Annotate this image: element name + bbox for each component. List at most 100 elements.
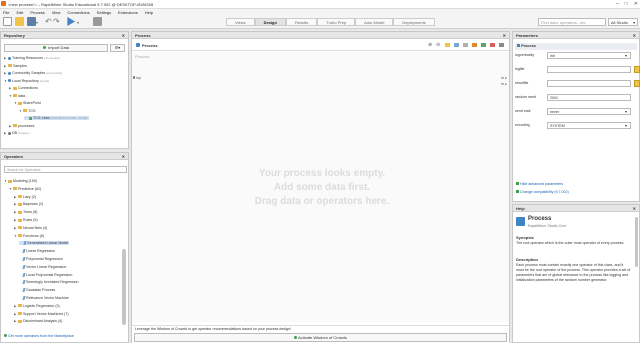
view-auto-model[interactable]: Auto Model	[355, 18, 394, 26]
expand-right-icon[interactable]: ▶	[14, 210, 17, 214]
expand-down-icon[interactable]: ▼	[14, 234, 17, 238]
repo-tree-item[interactable]: ▶ Samples	[4, 64, 27, 68]
settings-icon[interactable]	[499, 43, 504, 47]
op-tree-item[interactable]: ▶ Bayesian (2)	[14, 202, 43, 206]
menu-view[interactable]: View	[52, 10, 61, 15]
repo-tree-item[interactable]: ▶ Connections	[9, 86, 38, 90]
menu-edit[interactable]: Edit	[16, 10, 23, 15]
expand-right-icon[interactable]: ▶	[14, 312, 17, 316]
op-tree-item[interactable]: Seemingly Unrelated Regression	[19, 280, 79, 285]
repo-tree-item[interactable]: ▶ Training Resources (connected)	[4, 56, 60, 60]
panel-close-icon[interactable]: ✕	[633, 206, 636, 211]
expand-down-icon[interactable]: ▼	[14, 101, 17, 105]
run-icon[interactable]	[67, 17, 75, 26]
menu-file[interactable]: File	[3, 10, 9, 15]
op-tree-item[interactable]: Polynomial Regression	[19, 257, 63, 261]
expand-right-icon[interactable]: ▶	[14, 195, 17, 199]
save-dropdown-icon[interactable]: ▾	[36, 20, 38, 25]
activate-wisdom-button[interactable]: Activate Wisdom of Crowds	[134, 333, 507, 342]
op-tree-item[interactable]: ▼ Functions (8)	[14, 234, 44, 238]
expand-right-icon[interactable]: ▶	[4, 131, 7, 135]
auto-position-icon[interactable]	[454, 43, 459, 47]
redo-icon[interactable]: ↷	[53, 17, 60, 26]
repo-menu-button[interactable]: ☰▾	[110, 44, 125, 52]
operator-search-input[interactable]: Search for Operators	[4, 166, 127, 173]
repo-tree-item[interactable]: ▶ DB (Legacy)	[4, 131, 30, 135]
view-results[interactable]: Results	[285, 18, 318, 26]
input-port-label[interactable]: inp	[133, 76, 141, 80]
menu-settings[interactable]: Settings	[97, 10, 111, 15]
parameter-input[interactable]	[547, 66, 631, 73]
browse-folder-icon[interactable]	[634, 80, 640, 87]
new-process-icon[interactable]	[3, 17, 12, 26]
op-tree-item[interactable]: Gaussian Process	[19, 288, 55, 293]
process-canvas[interactable]: Process inp re ▸ re ▸ Your process looks…	[132, 52, 509, 322]
chevron-down-icon[interactable]: ▾	[625, 123, 627, 128]
expand-right-icon[interactable]: ▶	[9, 86, 12, 90]
expand-down-icon[interactable]: ▼	[4, 79, 7, 83]
expand-down-icon[interactable]: ▼	[9, 94, 12, 98]
add-note-icon[interactable]	[445, 43, 450, 47]
import-data-button[interactable]: Import Data	[4, 44, 108, 52]
op-tree-item[interactable]: ▶ Discriminant Analysis (4)	[14, 319, 62, 323]
op-tree-item[interactable]: ▶ Support Vector Machines (7)	[14, 312, 69, 316]
close-icon[interactable]: ✕	[634, 1, 638, 7]
run-dropdown-icon[interactable]: ▾	[77, 20, 79, 25]
fit-view-icon[interactable]	[463, 43, 468, 47]
show-order-icon[interactable]	[481, 43, 486, 47]
expand-down-icon[interactable]: ▼	[9, 187, 12, 191]
open-folder-icon[interactable]	[15, 17, 24, 26]
view-turbo-prep[interactable]: Turbo Prep	[317, 18, 356, 26]
auto-wire-icon[interactable]	[472, 43, 477, 47]
studio-dropdown[interactable]: All Studio ▾	[608, 18, 638, 26]
zoom-out-icon[interactable]: ⊖	[436, 42, 440, 48]
parameter-input[interactable]: 2001	[547, 94, 631, 101]
expand-right-icon[interactable]: ▶	[9, 124, 12, 128]
expand-right-icon[interactable]: ▶	[14, 218, 17, 222]
minimize-icon[interactable]: –	[616, 1, 619, 7]
expand-right-icon[interactable]: ▶	[14, 226, 17, 230]
global-search-input[interactable]: Find data, operators...etc	[538, 18, 606, 26]
result-port-1[interactable]: re ▸	[501, 76, 507, 80]
panel-close-icon[interactable]: ✕	[633, 33, 636, 38]
repo-tree-item[interactable]: ▶ Community Samples (connected)	[4, 71, 62, 75]
change-compat-link[interactable]: Change compatibility (9.7.002)	[516, 190, 569, 194]
op-tree-item[interactable]: Generalized Linear Model	[19, 241, 70, 246]
chevron-down-icon[interactable]: ▾	[625, 53, 627, 58]
stop-icon[interactable]	[93, 17, 102, 26]
menu-connections[interactable]: Connections	[67, 10, 89, 15]
menu-help[interactable]: Help	[145, 10, 153, 15]
panel-close-icon[interactable]: ✕	[503, 33, 506, 38]
repo-tree-item[interactable]: ▼ SharePoint	[14, 101, 41, 105]
op-tree-item[interactable]: ▶ Logistic Regression (3)	[14, 304, 60, 308]
zoom-in-icon[interactable]: ⊕	[428, 42, 432, 48]
operator-scrollbar[interactable]	[122, 249, 126, 325]
op-tree-item[interactable]: ▼ Predictive (62)	[9, 187, 41, 191]
op-tree-item[interactable]: Local Polynomial Regression	[19, 272, 72, 277]
op-tree-item[interactable]: ▼ Modeling (190)	[4, 179, 37, 183]
browse-folder-icon[interactable]	[634, 66, 640, 73]
repo-tree-item[interactable]: ▼ Local Repository (Local)	[4, 79, 49, 83]
expand-right-icon[interactable]: ▶	[4, 64, 7, 68]
parameter-select[interactable]: never	[547, 108, 631, 115]
panel-close-icon[interactable]: ✕	[122, 154, 125, 159]
problems-icon[interactable]	[490, 43, 495, 47]
panel-close-icon[interactable]: ✕	[122, 33, 125, 38]
maximize-icon[interactable]: □	[625, 1, 628, 7]
hide-advanced-link[interactable]: Hide advanced parameters	[516, 182, 563, 186]
parameter-input[interactable]	[547, 80, 631, 87]
parameter-select[interactable]: SYSTEM	[547, 122, 631, 129]
expand-right-icon[interactable]: ▶	[14, 202, 17, 206]
op-tree-item[interactable]: ▶ Rules (5)	[14, 218, 38, 222]
save-icon[interactable]	[27, 17, 36, 26]
expand-down-icon[interactable]: ▼	[4, 179, 7, 183]
help-scrollbar[interactable]	[635, 217, 638, 267]
repo-tree-item[interactable]: ▼ data	[9, 94, 25, 98]
repo-tree-item[interactable]: ▼ TCG	[19, 109, 36, 113]
op-tree-item[interactable]: ▶ Lazy (2)	[14, 195, 36, 199]
chevron-down-icon[interactable]: ▾	[625, 109, 627, 114]
parameter-select[interactable]: init	[547, 52, 631, 59]
expand-right-icon[interactable]: ▶	[4, 56, 7, 60]
view-deployments[interactable]: Deployments	[393, 18, 435, 26]
marketplace-link[interactable]: Get more operators from the Marketplace	[4, 334, 74, 338]
